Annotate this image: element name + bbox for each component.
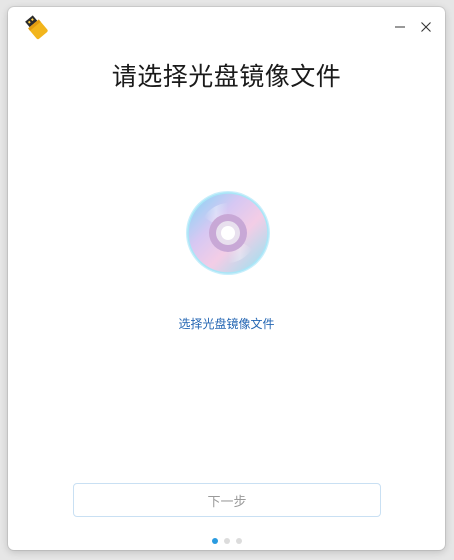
select-iso-link[interactable]: 选择光盘镜像文件	[8, 315, 445, 332]
usb-drive-icon	[23, 14, 49, 40]
disc-icon	[184, 189, 272, 277]
close-button[interactable]	[414, 15, 438, 39]
installer-window: 请选择光盘镜像文件 选择光盘镜像文件 下一步	[8, 7, 445, 550]
next-button-label: 下一步	[207, 494, 247, 510]
step-dot-3	[235, 538, 242, 544]
step-dot-2	[223, 538, 230, 544]
step-indicator	[8, 538, 445, 544]
step-dot-1	[211, 538, 218, 544]
close-icon	[420, 18, 432, 37]
next-button[interactable]: 下一步	[73, 483, 381, 517]
minimize-button[interactable]	[388, 15, 412, 39]
page-title: 请选择光盘镜像文件	[111, 62, 342, 91]
minimize-icon	[394, 18, 406, 37]
